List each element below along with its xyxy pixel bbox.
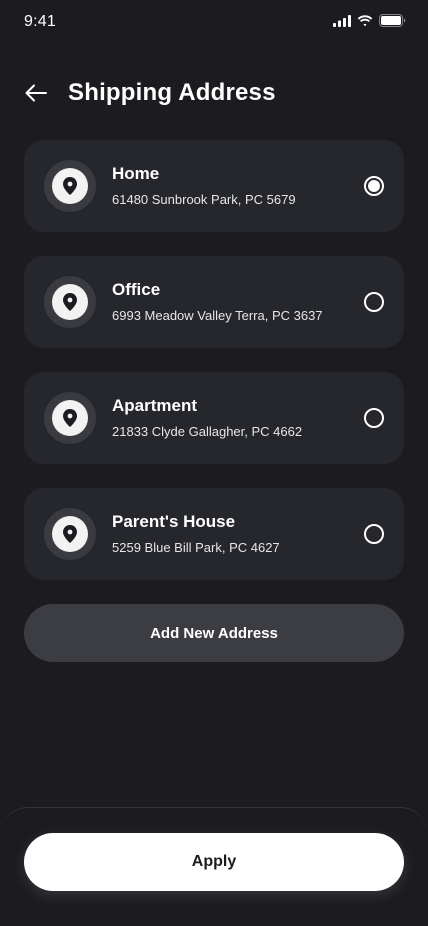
address-name: Home xyxy=(112,164,160,183)
radio-button-selected[interactable] xyxy=(364,176,384,196)
address-line: 21833 Clyde Gallagher, PC 4662 xyxy=(112,424,303,439)
address-line: 6993 Meadow Valley Terra, PC 3637 xyxy=(112,308,323,323)
address-name: Parent's House xyxy=(112,512,236,531)
radio-button[interactable] xyxy=(364,292,384,312)
back-button[interactable] xyxy=(24,79,52,107)
radio-button[interactable] xyxy=(364,524,384,544)
address-name: Apartment xyxy=(112,396,198,415)
address-name: Office xyxy=(112,280,161,299)
location-pin-icon xyxy=(63,293,77,311)
location-pin-icon xyxy=(63,525,77,543)
radio-button[interactable] xyxy=(364,408,384,428)
address-card-apartment[interactable]: Apartment 21833 Clyde Gallagher, PC 4662 xyxy=(24,372,404,464)
add-new-address-button[interactable]: Add New Address xyxy=(24,604,404,662)
status-bar: 9:41 xyxy=(0,0,428,44)
battery-icon xyxy=(379,14,406,27)
bottom-action-sheet: Apply xyxy=(0,807,428,926)
cellular-signal-icon xyxy=(333,14,351,27)
location-pin-badge xyxy=(44,160,96,212)
location-pin-icon xyxy=(63,177,77,195)
location-pin-badge xyxy=(44,392,96,444)
status-icons xyxy=(333,14,406,27)
address-card-office[interactable]: Office 6993 Meadow Valley Terra, PC 3637 xyxy=(24,256,404,348)
wifi-icon xyxy=(357,14,373,26)
location-pin-badge xyxy=(44,508,96,560)
apply-button[interactable]: Apply xyxy=(24,833,404,891)
address-card-home[interactable]: Home 61480 Sunbrook Park, PC 5679 xyxy=(24,140,404,232)
status-time: 9:41 xyxy=(24,13,56,30)
address-line: 5259 Blue Bill Park, PC 4627 xyxy=(112,540,280,555)
address-list: Home 61480 Sunbrook Park, PC 5679 Office… xyxy=(24,140,404,604)
address-line: 61480 Sunbrook Park, PC 5679 xyxy=(112,192,296,207)
address-card-parents-house[interactable]: Parent's House 5259 Blue Bill Park, PC 4… xyxy=(24,488,404,580)
page-title: Shipping Address xyxy=(68,79,276,106)
arrow-left-icon xyxy=(25,84,47,102)
header: Shipping Address xyxy=(24,74,404,112)
location-pin-badge xyxy=(44,276,96,328)
location-pin-icon xyxy=(63,409,77,427)
